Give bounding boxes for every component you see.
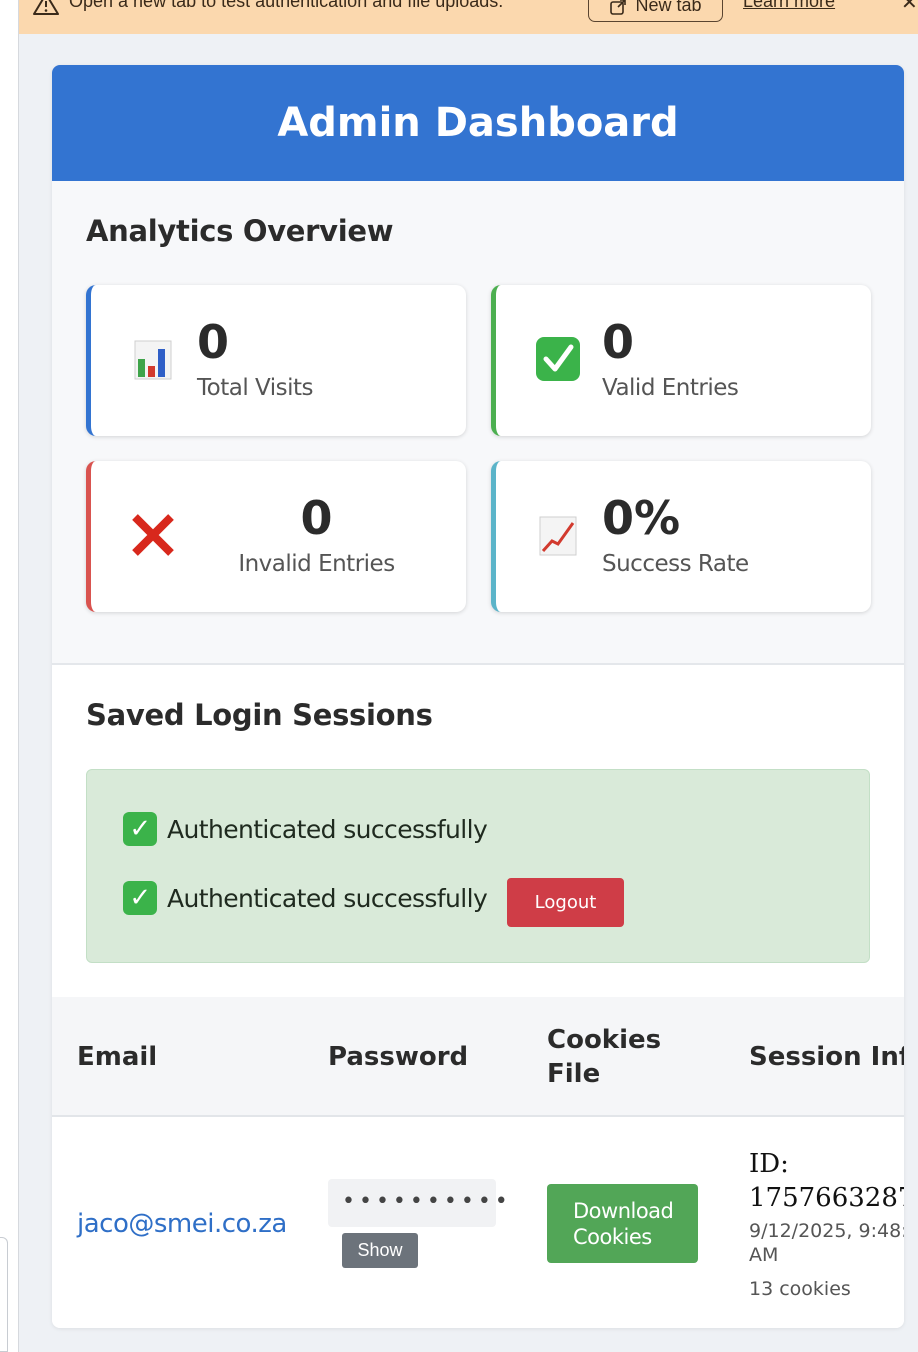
stat-card-valid-entries: 0 Valid Entries bbox=[491, 285, 871, 436]
session-timestamp: 9/12/2025, 9:48: AM bbox=[749, 1219, 904, 1267]
cookie-count: 13 cookies bbox=[749, 1278, 851, 1300]
password-field: •••••••••• bbox=[328, 1179, 508, 1227]
column-header-cookies-line2: File bbox=[547, 1059, 601, 1089]
stat-value: 0 bbox=[300, 491, 333, 545]
download-label-line1: Download bbox=[573, 1198, 674, 1223]
close-icon[interactable]: ✕ bbox=[901, 0, 918, 15]
sessions-table-header: Email Password Cookies File Session Info bbox=[52, 997, 904, 1117]
logout-button[interactable]: Logout bbox=[507, 878, 624, 927]
stat-value: 0 bbox=[602, 315, 635, 369]
trend-chart-icon bbox=[539, 516, 577, 556]
download-label-line2: Cookies bbox=[573, 1224, 652, 1249]
stat-label: Valid Entries bbox=[602, 375, 739, 401]
left-rail bbox=[0, 0, 19, 1352]
warning-icon bbox=[33, 0, 59, 15]
new-tab-label: New tab bbox=[635, 0, 702, 15]
table-row: jaco@smei.co.za •••••••••• Show Download… bbox=[52, 1117, 904, 1328]
stat-label: Success Rate bbox=[602, 551, 749, 577]
column-header-session-info: Session Info bbox=[749, 1042, 904, 1072]
column-header-email: Email bbox=[77, 1042, 158, 1072]
auth-status-box: ✓ Authenticated successfully ✓ Authentic… bbox=[86, 769, 870, 963]
sessions-title: Saved Login Sessions bbox=[86, 698, 433, 732]
email-link[interactable]: jaco@smei.co.za bbox=[77, 1209, 287, 1239]
column-header-password: Password bbox=[328, 1042, 469, 1072]
admin-dashboard-card: Admin Dashboard Analytics Overview 0 Tot… bbox=[52, 65, 904, 1328]
side-panel-tab[interactable] bbox=[0, 1237, 8, 1352]
stat-label: Total Visits bbox=[197, 375, 314, 401]
check-mark-icon bbox=[536, 337, 580, 381]
check-mark-icon: ✓ bbox=[123, 881, 157, 915]
column-header-cookies-file: Cookies File bbox=[547, 1023, 661, 1091]
stat-card-success-rate: 0% Success Rate bbox=[491, 461, 871, 612]
session-date-line2: AM bbox=[749, 1244, 779, 1266]
stat-label: Invalid Entries bbox=[238, 551, 395, 577]
stat-card-total-visits: 0 Total Visits bbox=[86, 285, 466, 436]
auth-message: ✓ Authenticated successfully bbox=[123, 881, 488, 915]
auth-message-text: Authenticated successfully bbox=[167, 883, 488, 913]
stat-value: 0% bbox=[602, 491, 681, 545]
dashboard-header: Admin Dashboard bbox=[52, 65, 904, 181]
bar-chart-icon bbox=[134, 340, 172, 380]
page-title: Admin Dashboard bbox=[277, 100, 679, 146]
new-tab-button[interactable]: New tab bbox=[588, 0, 723, 22]
banner-message: Open a new tab to test authentication an… bbox=[69, 0, 504, 11]
check-mark-icon: ✓ bbox=[123, 812, 157, 846]
session-id: ID: 17576632875 bbox=[749, 1147, 904, 1215]
stat-value: 0 bbox=[197, 315, 230, 369]
learn-more-link[interactable]: Learn more bbox=[743, 0, 835, 12]
auth-message-text: Authenticated successfully bbox=[167, 814, 488, 844]
show-password-button[interactable]: Show bbox=[342, 1233, 418, 1268]
analytics-title: Analytics Overview bbox=[86, 214, 394, 248]
notification-banner: Open a new tab to test authentication an… bbox=[19, 0, 918, 34]
external-link-icon bbox=[610, 0, 627, 15]
stat-card-invalid-entries: 0 Invalid Entries bbox=[86, 461, 466, 612]
download-cookies-button[interactable]: Download Cookies bbox=[547, 1184, 698, 1263]
column-header-cookies-line1: Cookies bbox=[547, 1025, 662, 1055]
auth-message: ✓ Authenticated successfully bbox=[123, 812, 488, 846]
session-id-value: 17576632875 bbox=[749, 1183, 904, 1213]
session-id-label: ID: bbox=[749, 1149, 789, 1179]
session-date-line1: 9/12/2025, 9:48: bbox=[749, 1220, 904, 1242]
